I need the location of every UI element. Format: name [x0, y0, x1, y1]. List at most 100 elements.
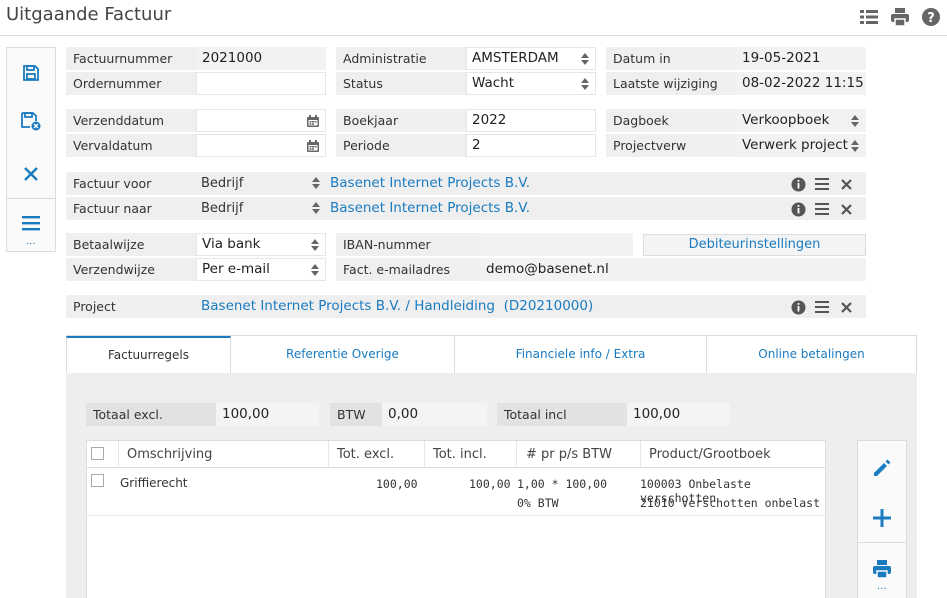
totaal-excl-value: 100,00 — [216, 403, 319, 426]
row-tot-excl: 100,00 — [376, 477, 418, 491]
menu-icon[interactable] — [814, 176, 830, 192]
periode-label: Periode — [336, 134, 466, 157]
add-icon[interactable] — [858, 493, 906, 543]
page-title: Uitgaande Factuur — [6, 4, 172, 25]
tab-online-betalingen[interactable]: Online betalingen — [707, 336, 917, 374]
vervaldatum-field[interactable] — [196, 134, 326, 157]
factuur-naar-link[interactable]: Basenet Internet Projects B.V. — [330, 197, 530, 220]
factuur-voor-link[interactable]: Basenet Internet Projects B.V. — [330, 172, 530, 195]
fact-email-label: Fact. e-mailadres — [336, 258, 480, 281]
projectverw-label: Projectverw — [606, 134, 736, 157]
col-omschrijving[interactable]: Omschrijving — [118, 441, 328, 468]
table-row[interactable]: Griffierecht 100,00 100,00 1,00 * 100,00… — [87, 469, 825, 516]
row-pr-line2: 0% BTW — [517, 496, 559, 510]
factuurnummer-field: 2021000 — [196, 47, 326, 70]
factuur-naar-label: Factuur naar — [66, 197, 196, 220]
project-link[interactable]: Basenet Internet Projects B.V. / Handlei… — [201, 295, 593, 318]
datum-in-field: 19-05-2021 — [736, 47, 866, 70]
project-label: Project — [66, 295, 196, 318]
laatste-wijziging-label: Laatste wijziging — [606, 72, 736, 95]
btw-label: BTW — [330, 403, 382, 426]
close-icon[interactable] — [838, 201, 854, 217]
factuurnummer-label: Factuurnummer — [66, 47, 197, 70]
col-tot-excl[interactable]: Tot. excl. — [328, 441, 424, 468]
save-close-icon[interactable] — [7, 98, 55, 144]
totaal-excl-label: Totaal excl. — [86, 403, 217, 426]
factuur-voor-row: Factuur voor Bedrijf Basenet Internet Pr… — [66, 172, 866, 195]
print-icon[interactable] — [890, 7, 910, 27]
totaal-incl-label: Totaal incl — [497, 403, 628, 426]
row-checkbox[interactable] — [91, 474, 104, 487]
dagboek-select[interactable]: Verkoopboek — [736, 109, 866, 132]
datum-in-label: Datum in — [606, 47, 736, 70]
calendar-icon[interactable] — [307, 115, 319, 127]
close-icon[interactable] — [838, 299, 854, 315]
action-sidebar: ... — [6, 47, 56, 252]
grid-action-bar: ... — [857, 440, 907, 598]
tab-factuurregels[interactable]: Factuurregels — [66, 336, 231, 374]
col-pr-btw[interactable]: # pr p/s BTW — [516, 441, 640, 468]
save-icon[interactable] — [7, 50, 55, 96]
laatste-wijziging-field: 08-02-2022 11:15 — [736, 72, 866, 95]
iban-label: IBAN-nummer — [336, 233, 480, 256]
factuur-voor-type-select[interactable]: Bedrijf — [196, 172, 326, 195]
iban-field — [480, 233, 633, 256]
menu-icon[interactable] — [814, 299, 830, 315]
close-icon[interactable] — [838, 176, 854, 192]
projectverw-select[interactable]: Verwerk project — [736, 134, 866, 157]
select-arrows-icon — [851, 115, 859, 127]
list-icon[interactable] — [859, 7, 879, 27]
select-arrows-icon — [581, 78, 589, 90]
select-arrows-icon — [312, 202, 320, 214]
verzendwijze-select[interactable]: Per e-mail — [196, 258, 326, 281]
more-indicator: ... — [26, 236, 36, 247]
col-product-grootboek[interactable]: Product/Grootboek — [640, 441, 825, 468]
betaalwijze-select[interactable]: Via bank — [196, 233, 326, 256]
status-select[interactable]: Wacht — [466, 72, 596, 95]
factuurregels-grid: Omschrijving Tot. excl. Tot. incl. # pr … — [86, 440, 826, 598]
row-product-line2: 21010 Verschotten onbelast — [640, 496, 821, 510]
help-icon[interactable]: ? — [921, 7, 941, 27]
col-tot-incl[interactable]: Tot. incl. — [424, 441, 516, 468]
info-icon[interactable] — [790, 176, 806, 192]
vervaldatum-label: Vervaldatum — [66, 134, 197, 157]
boekjaar-field[interactable]: 2022 — [466, 109, 596, 132]
betaalwijze-label: Betaalwijze — [66, 233, 197, 256]
project-row: Project Basenet Internet Projects B.V. /… — [66, 295, 866, 318]
row-omschrijving: Griffierecht — [120, 476, 188, 490]
tab-referentie-overige[interactable]: Referentie Overige — [231, 336, 455, 374]
row-tot-incl: 100,00 — [469, 477, 511, 491]
verzenddatum-field[interactable] — [196, 109, 326, 132]
periode-field[interactable]: 2 — [466, 134, 596, 157]
calendar-icon[interactable] — [307, 140, 319, 152]
administratie-label: Administratie — [336, 47, 466, 70]
header-divider — [0, 35, 947, 36]
tab-bar: Factuurregels Referentie Overige Financi… — [66, 335, 917, 374]
tab-financiele-info[interactable]: Financiele info / Extra — [455, 336, 707, 374]
boekjaar-label: Boekjaar — [336, 109, 466, 132]
ordernummer-label: Ordernummer — [66, 72, 197, 95]
status-label: Status — [336, 72, 466, 95]
grid-header: Omschrijving Tot. excl. Tot. incl. # pr … — [87, 441, 825, 468]
select-arrows-icon — [311, 239, 319, 251]
factuur-naar-row: Factuur naar Bedrijf Basenet Internet Pr… — [66, 197, 866, 220]
administratie-select[interactable]: AMSTERDAM — [466, 47, 596, 70]
debiteurinstellingen-button[interactable]: Debiteurinstellingen — [643, 234, 866, 256]
factuur-naar-type-select[interactable]: Bedrijf — [196, 197, 326, 220]
select-all-checkbox[interactable] — [91, 447, 104, 460]
menu-icon[interactable] — [814, 201, 830, 217]
more-indicator: ... — [877, 581, 887, 592]
verzendwijze-label: Verzendwijze — [66, 258, 197, 281]
edit-icon[interactable] — [858, 443, 906, 493]
ordernummer-field[interactable] — [196, 72, 326, 95]
factuur-voor-label: Factuur voor — [66, 172, 196, 195]
fact-email-field: demo@basenet.nl — [480, 258, 866, 281]
info-icon[interactable] — [790, 299, 806, 315]
btw-value: 0,00 — [382, 403, 487, 426]
svg-text:?: ? — [927, 11, 935, 26]
close-icon[interactable] — [7, 151, 55, 197]
row-pr-line1: 1,00 * 100,00 — [517, 477, 608, 491]
info-icon[interactable] — [790, 201, 806, 217]
select-arrows-icon — [581, 53, 589, 65]
verzenddatum-label: Verzenddatum — [66, 109, 197, 132]
